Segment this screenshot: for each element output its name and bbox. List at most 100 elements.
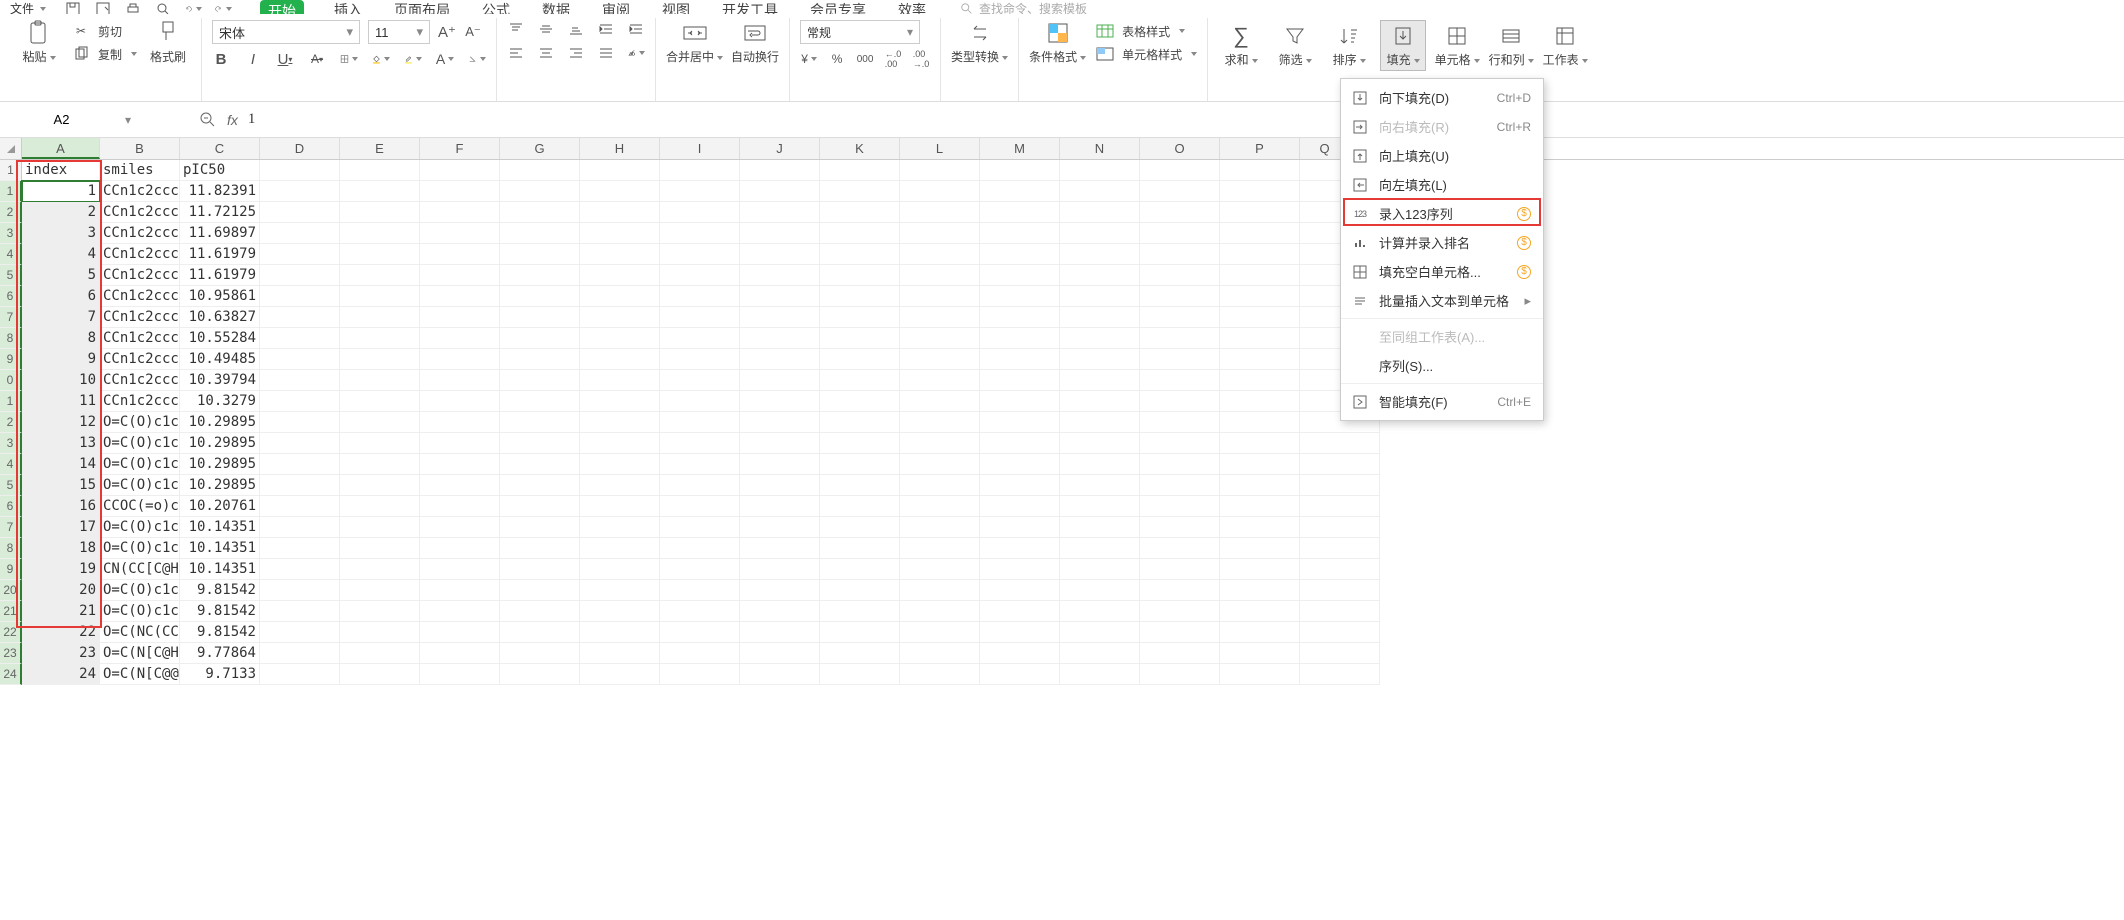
- cell[interactable]: [980, 181, 1060, 202]
- table-row[interactable]: 2121O=C(O)c1cc9.81542: [0, 601, 2124, 622]
- cell[interactable]: [1060, 412, 1140, 433]
- cell[interactable]: [1300, 664, 1380, 685]
- cell[interactable]: [740, 202, 820, 223]
- menu-fill-down[interactable]: 向下填充(D)Ctrl+D: [1341, 83, 1543, 112]
- col-header-I[interactable]: I: [660, 138, 740, 159]
- cell[interactable]: [820, 244, 900, 265]
- cell[interactable]: index: [22, 160, 100, 181]
- cell[interactable]: [980, 433, 1060, 454]
- increase-font-icon[interactable]: A⁺: [438, 23, 456, 41]
- row-header[interactable]: 6: [0, 496, 22, 517]
- cell[interactable]: [660, 412, 740, 433]
- cell[interactable]: 10.95861: [180, 286, 260, 307]
- cell[interactable]: [1140, 433, 1220, 454]
- cell[interactable]: [260, 160, 340, 181]
- cell[interactable]: 9.81542: [180, 601, 260, 622]
- table-row[interactable]: 99CCn1c2ccc10.49485: [0, 349, 2124, 370]
- cell[interactable]: [1140, 181, 1220, 202]
- cell[interactable]: [820, 496, 900, 517]
- table-row[interactable]: 77CCn1c2ccc10.63827: [0, 307, 2124, 328]
- cell[interactable]: [500, 643, 580, 664]
- cell[interactable]: [1220, 160, 1300, 181]
- col-header-F[interactable]: F: [420, 138, 500, 159]
- cell[interactable]: [1060, 496, 1140, 517]
- cell[interactable]: [980, 328, 1060, 349]
- cell[interactable]: [420, 223, 500, 244]
- orientation-icon[interactable]: ab: [627, 44, 645, 62]
- table-row[interactable]: 717O=C(O)c1cc10.14351: [0, 517, 2124, 538]
- cell[interactable]: [420, 622, 500, 643]
- justify-icon[interactable]: [597, 44, 615, 62]
- cell[interactable]: [900, 538, 980, 559]
- row-header[interactable]: 23: [0, 643, 22, 664]
- cell[interactable]: [420, 559, 500, 580]
- cell[interactable]: [820, 622, 900, 643]
- cell[interactable]: [580, 601, 660, 622]
- cell[interactable]: [580, 286, 660, 307]
- cell[interactable]: [1220, 328, 1300, 349]
- cell[interactable]: [340, 580, 420, 601]
- cell[interactable]: CCn1c2ccc: [100, 265, 180, 286]
- cell[interactable]: [660, 475, 740, 496]
- cell[interactable]: [740, 286, 820, 307]
- cell[interactable]: [500, 244, 580, 265]
- cell[interactable]: 18: [22, 538, 100, 559]
- cell[interactable]: [1140, 643, 1220, 664]
- cell[interactable]: [820, 265, 900, 286]
- cell[interactable]: [500, 517, 580, 538]
- cell[interactable]: [900, 265, 980, 286]
- table-row[interactable]: 88CCn1c2ccc10.55284: [0, 328, 2124, 349]
- cell[interactable]: [900, 643, 980, 664]
- table-row[interactable]: 313O=C(O)c1cs10.29895: [0, 433, 2124, 454]
- cell[interactable]: [1140, 244, 1220, 265]
- col-header-M[interactable]: M: [980, 138, 1060, 159]
- cell[interactable]: [1140, 328, 1220, 349]
- row-header[interactable]: 21: [0, 601, 22, 622]
- cell[interactable]: [1140, 391, 1220, 412]
- print-icon[interactable]: [124, 0, 142, 14]
- cell[interactable]: [1060, 328, 1140, 349]
- cell[interactable]: [260, 601, 340, 622]
- row-header[interactable]: 2: [0, 412, 22, 433]
- cell[interactable]: [980, 160, 1060, 181]
- select-all-corner[interactable]: [0, 138, 22, 159]
- cell[interactable]: [660, 580, 740, 601]
- cell[interactable]: [1140, 559, 1220, 580]
- table-row[interactable]: 66CCn1c2ccc10.95861: [0, 286, 2124, 307]
- table-style-button[interactable]: 表格样式: [1094, 23, 1197, 40]
- cell[interactable]: [340, 370, 420, 391]
- cell[interactable]: [1300, 496, 1380, 517]
- cell[interactable]: [980, 223, 1060, 244]
- cell[interactable]: 1: [22, 181, 100, 202]
- cell[interactable]: [740, 349, 820, 370]
- cell[interactable]: [740, 538, 820, 559]
- cell[interactable]: 10.14351: [180, 559, 260, 580]
- cell[interactable]: [500, 202, 580, 223]
- cell[interactable]: [820, 454, 900, 475]
- cell[interactable]: [500, 223, 580, 244]
- cell[interactable]: 20: [22, 580, 100, 601]
- cell[interactable]: [740, 391, 820, 412]
- cell[interactable]: [1220, 349, 1300, 370]
- cell[interactable]: [980, 370, 1060, 391]
- cell[interactable]: [820, 580, 900, 601]
- cell[interactable]: 14: [22, 454, 100, 475]
- cell[interactable]: [820, 286, 900, 307]
- cell[interactable]: [500, 307, 580, 328]
- cell[interactable]: [420, 160, 500, 181]
- decrease-decimal-icon[interactable]: .00→.0: [912, 50, 930, 68]
- formula-value[interactable]: 1: [248, 111, 256, 128]
- cell[interactable]: [900, 349, 980, 370]
- cell[interactable]: 7: [22, 307, 100, 328]
- cell[interactable]: [1300, 538, 1380, 559]
- cell[interactable]: 10.29895: [180, 433, 260, 454]
- row-header[interactable]: 24: [0, 664, 22, 685]
- fill-color-icon[interactable]: [372, 50, 390, 68]
- cell[interactable]: O=C(O)c1cs: [100, 454, 180, 475]
- cell[interactable]: [900, 412, 980, 433]
- cell[interactable]: [340, 181, 420, 202]
- tab-view[interactable]: 视图: [660, 0, 692, 14]
- cell[interactable]: [1220, 181, 1300, 202]
- cell[interactable]: [500, 349, 580, 370]
- cell[interactable]: [420, 370, 500, 391]
